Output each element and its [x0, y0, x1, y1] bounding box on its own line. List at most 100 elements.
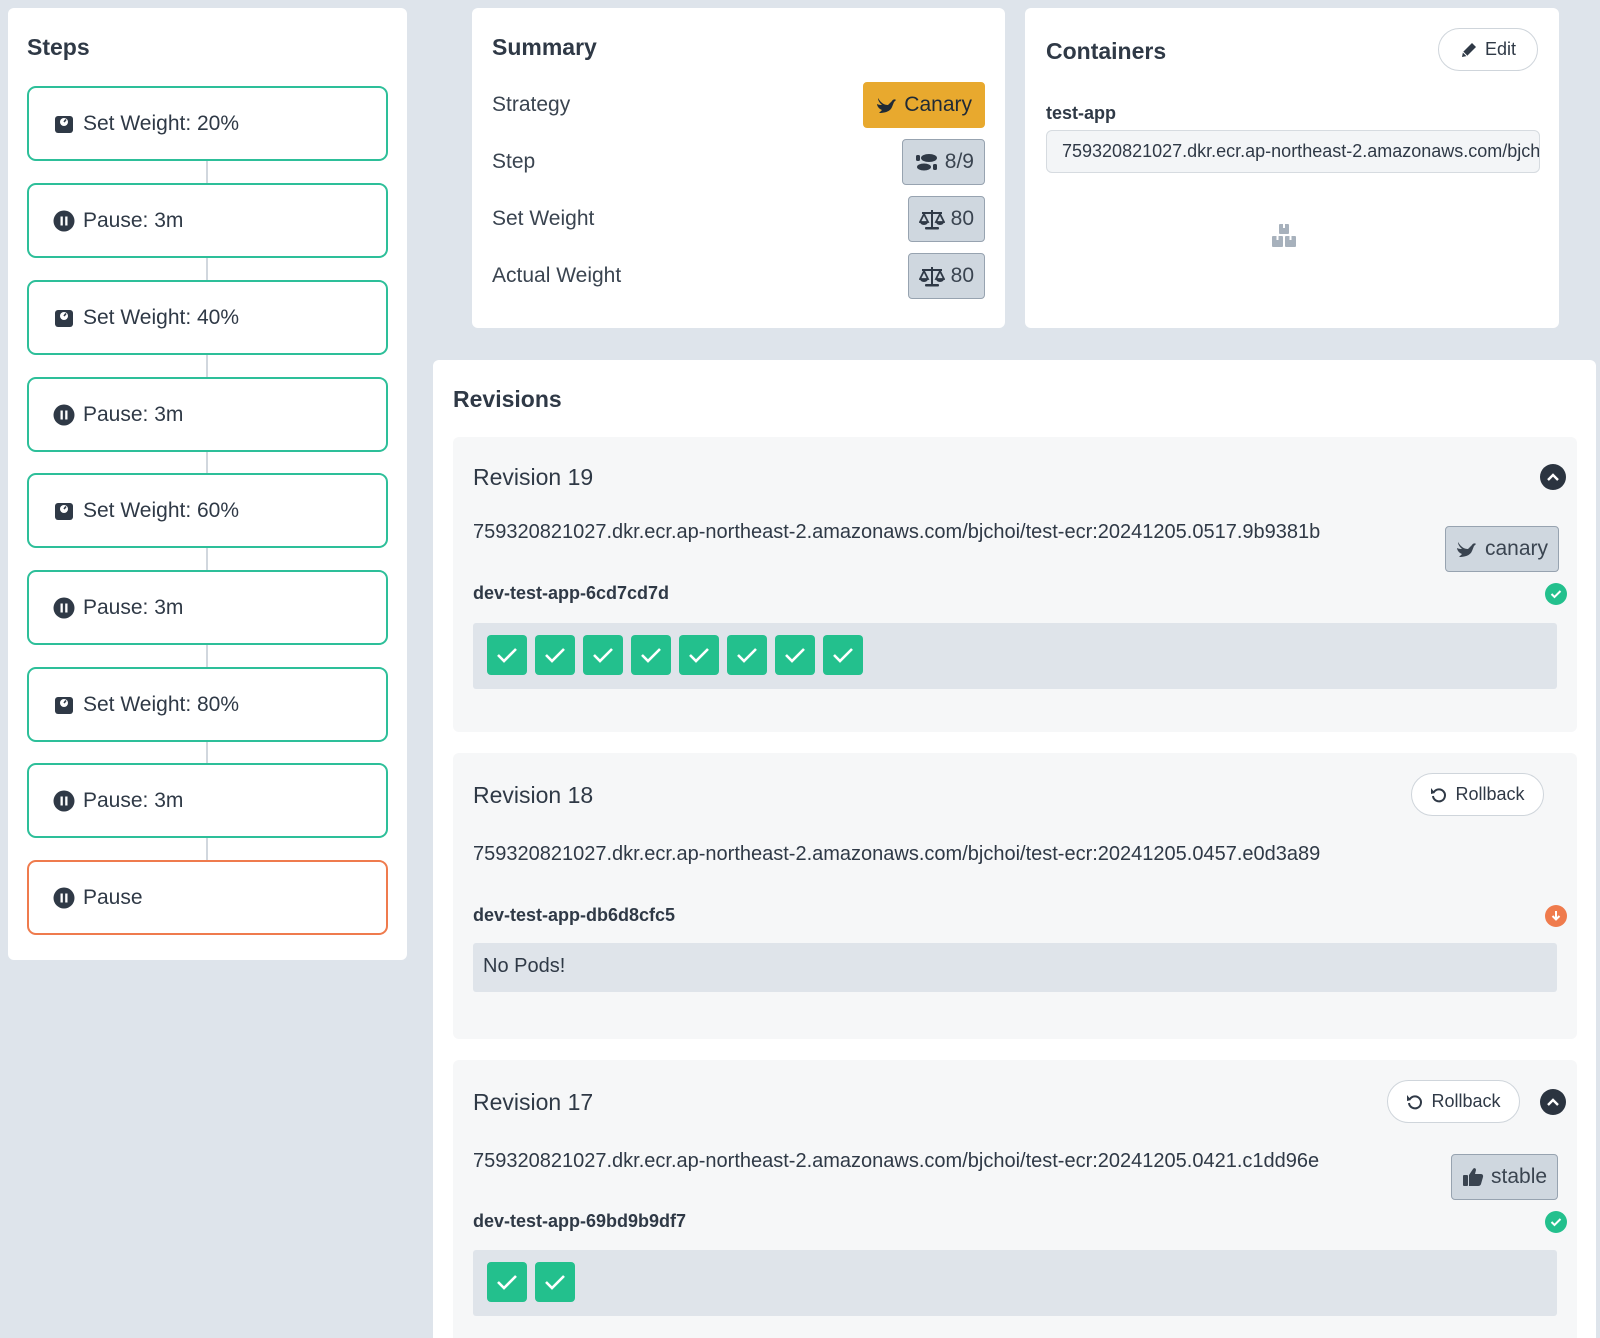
step-item[interactable]: Set Weight: 20% [27, 86, 388, 161]
pause-icon [53, 887, 75, 909]
check-icon [497, 648, 517, 663]
actual-weight-badge: 80 [907, 253, 985, 299]
revision-image: 759320821027.dkr.ecr.ap-northeast-2.amaz… [473, 521, 1321, 543]
step-connector [206, 161, 208, 185]
pod-healthy[interactable] [775, 635, 815, 675]
check-icon [545, 1275, 565, 1290]
step-item[interactable]: Set Weight: 40% [27, 280, 388, 355]
step-label: Set Weight: 60% [83, 498, 240, 522]
step-item[interactable]: Pause: 3m [27, 183, 388, 258]
pod-healthy[interactable] [535, 635, 575, 675]
summary-row-actual-weight: Actual Weight 80 [492, 252, 985, 300]
pencil-icon [1461, 42, 1476, 57]
set-weight-badge: 80 [907, 196, 985, 242]
canary-badge: canary [1445, 526, 1560, 572]
summary-row-step: Step 8/9 [492, 138, 985, 186]
replicaset-name: dev-test-app-6cd7cd7d [473, 583, 670, 603]
rollback-button[interactable]: Rollback [1387, 1080, 1520, 1123]
container-image-value: 759320821027.dkr.ecr.ap-northeast-2.amaz… [1062, 141, 1540, 161]
step-connector [206, 645, 208, 669]
revision-card: Revision 19 759320821027.dkr.ecr.ap-nort… [453, 437, 1577, 732]
revision-role: stable [1491, 1165, 1548, 1188]
step-badge: 8/9 [901, 139, 985, 185]
summary-label: Step [492, 150, 536, 173]
step-label: Set Weight: 20% [83, 111, 240, 135]
collapse-button[interactable] [1540, 464, 1566, 490]
step-connector [206, 548, 208, 572]
weight-icon [53, 500, 75, 522]
edit-button[interactable]: Edit [1438, 28, 1538, 71]
summary-label: Strategy [492, 93, 571, 116]
revision-title: Revision 17 [473, 1089, 594, 1115]
summary-title: Summary [492, 34, 597, 60]
step-label: Pause: 3m [83, 208, 184, 232]
no-pods-message: No Pods! [483, 955, 566, 977]
step-value: 8/9 [944, 150, 974, 173]
scaled-down-status-icon [1545, 905, 1567, 927]
boxes-icon [1270, 223, 1298, 254]
summary-row-strategy: Strategy Canary [492, 81, 985, 129]
revision-title: Revision 19 [473, 464, 594, 490]
check-icon [689, 648, 709, 663]
step-item[interactable]: Pause: 3m [27, 570, 388, 645]
replicaset-name: dev-test-app-69bd9b9df7 [473, 1211, 687, 1231]
check-icon [737, 648, 757, 663]
actual-weight-value: 80 [950, 264, 974, 287]
revision-card: Revision 17 Rollback 759320821027.dkr.ec… [453, 1060, 1577, 1338]
check-icon [833, 648, 853, 663]
step-label: Pause: 3m [83, 402, 184, 426]
pause-icon [53, 404, 75, 426]
strategy-value: Canary [904, 93, 972, 116]
step-connector [206, 355, 208, 379]
containers-title: Containers [1046, 38, 1167, 64]
revision-image: 759320821027.dkr.ecr.ap-northeast-2.amaz… [473, 1150, 1320, 1172]
pods-area: No Pods! [473, 943, 1557, 992]
pod-healthy[interactable] [583, 635, 623, 675]
chevron-up-icon [1547, 1098, 1559, 1106]
check-icon [593, 648, 613, 663]
pods-area [473, 1250, 1557, 1316]
set-weight-value: 80 [950, 207, 974, 230]
pods-area [473, 623, 1557, 689]
rollback-button[interactable]: Rollback [1411, 773, 1544, 816]
step-label: Set Weight: 40% [83, 305, 240, 329]
replicaset-name: dev-test-app-db6d8cfc5 [473, 905, 676, 925]
healthy-status-icon [1545, 583, 1567, 605]
pod-healthy[interactable] [631, 635, 671, 675]
undo-icon [1431, 787, 1447, 802]
revision-image: 759320821027.dkr.ecr.ap-northeast-2.amaz… [473, 843, 1321, 865]
stable-badge: stable [1451, 1154, 1559, 1200]
pause-icon [53, 597, 75, 619]
pod-healthy[interactable] [679, 635, 719, 675]
check-icon [545, 648, 565, 663]
pod-healthy[interactable] [487, 1262, 527, 1302]
step-connector [206, 838, 208, 862]
revision-title: Revision 18 [473, 782, 594, 808]
summary-panel: Summary Strategy Canary Step 8/9 Set Wei… [472, 8, 1005, 328]
rollback-label: Rollback [1431, 1091, 1501, 1111]
pod-healthy[interactable] [487, 635, 527, 675]
summary-label: Set Weight [492, 207, 595, 230]
step-item[interactable]: Set Weight: 80% [27, 667, 388, 742]
step-connector [206, 258, 208, 282]
container-image-field[interactable]: 759320821027.dkr.ecr.ap-northeast-2.amaz… [1046, 130, 1540, 173]
chevron-up-icon [1547, 473, 1559, 481]
steps-panel: Steps Set Weight: 20% Pause: 3m Set Weig… [8, 8, 407, 960]
edit-label: Edit [1484, 39, 1517, 59]
strategy-badge: Canary [863, 82, 985, 128]
pod-healthy[interactable] [535, 1262, 575, 1302]
container-name: test-app [1046, 103, 1117, 123]
step-item[interactable]: Set Weight: 60% [27, 473, 388, 548]
containers-panel: Containers Edit test-app 759320821027.dk… [1025, 8, 1559, 328]
collapse-button[interactable] [1540, 1089, 1566, 1115]
step-item[interactable]: Pause: 3m [27, 763, 388, 838]
step-connector [206, 741, 208, 765]
dove-icon [1457, 542, 1476, 557]
step-item-current[interactable]: Pause [27, 860, 388, 935]
step-item[interactable]: Pause: 3m [27, 377, 388, 452]
pause-icon [53, 790, 75, 812]
pod-healthy[interactable] [727, 635, 767, 675]
pod-healthy[interactable] [823, 635, 863, 675]
check-icon [497, 1275, 517, 1290]
check-icon [641, 648, 661, 663]
